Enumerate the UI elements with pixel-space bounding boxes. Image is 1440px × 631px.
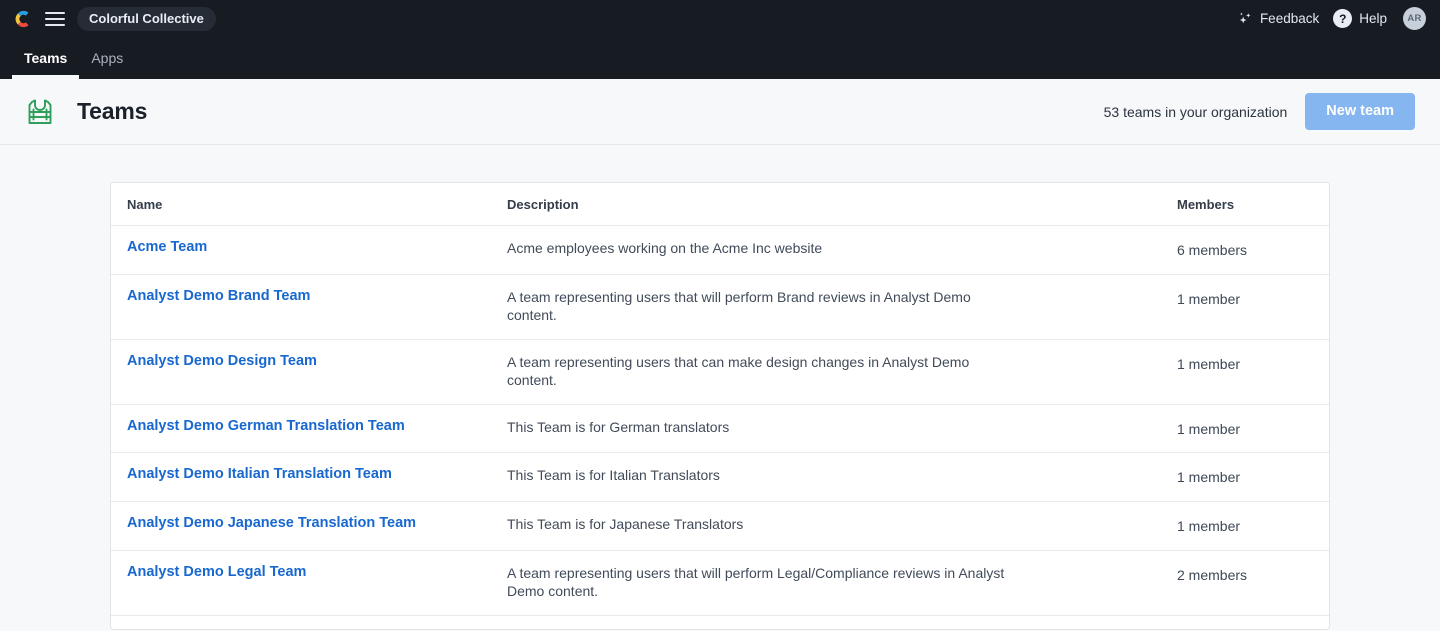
table-row: Analyst Demo German Translation Team This… [111, 404, 1329, 454]
teams-table: Name Description Members Acme Team Acme e… [111, 183, 1329, 630]
cell-description: A team representing users that can make … [491, 339, 1161, 405]
cell-description: A team representing users that will perf… [491, 550, 1161, 617]
team-description: A team representing users that will perf… [507, 565, 1005, 600]
top-bar: Colorful Collective Feedback ? Help AR [0, 0, 1440, 37]
cell-description: A team representing users that will perf… [491, 274, 1161, 340]
cell-description: Team working on preparing the demo for t… [491, 616, 1161, 629]
team-link[interactable]: Analyst Demo Italian Translation Team [127, 466, 392, 482]
cell-members: 1 member [1161, 501, 1329, 552]
cell-name: Analyst Demo Japanese Translation Team [111, 501, 491, 552]
cell-description: This Team is for Japanese Translators [491, 501, 1161, 552]
cell-name: Analyst Demo Italian Translation Team [111, 452, 491, 503]
team-description: A team representing users that can make … [507, 353, 970, 388]
new-team-button[interactable]: New team [1305, 93, 1415, 130]
table-row: Acme Team Acme employees working on the A… [111, 225, 1329, 275]
cell-description: This Team is for Italian Translators [491, 452, 1161, 503]
team-description: This Team is for German translators [507, 418, 730, 435]
team-link[interactable]: Analyst Demo Brand Team [127, 288, 310, 304]
cell-description: Acme employees working on the Acme Inc w… [491, 225, 1161, 275]
column-header-members: Members [1161, 183, 1329, 226]
teams-table-body: Acme Team Acme employees working on the A… [111, 225, 1329, 630]
page-title-group: Teams [24, 96, 147, 128]
team-link[interactable]: Analyst Demo Legal Team [127, 564, 306, 580]
teams-count-label: 53 teams in your organization [1103, 103, 1288, 120]
feedback-button[interactable]: Feedback [1237, 11, 1319, 27]
table-header-row: Name Description Members [111, 183, 1329, 226]
team-link[interactable]: Analyst Demo Design Team [127, 353, 317, 369]
logo-svg [15, 10, 29, 27]
hamburger-line [45, 11, 65, 14]
page-header: Teams 53 teams in your organization New … [0, 79, 1440, 145]
help-label: Help [1359, 11, 1387, 26]
team-description: A team representing users that will perf… [507, 288, 971, 323]
cell-description: This Team is for German translators [491, 404, 1161, 454]
page-header-actions: 53 teams in your organization New team [1104, 93, 1415, 130]
cell-members: 1 member [1161, 274, 1329, 340]
cell-name: Analyst Demo Brand Team [111, 274, 491, 340]
question-mark-icon: ? [1333, 9, 1353, 28]
tab-apps-label: Apps [91, 50, 124, 66]
column-header-name: Name [111, 183, 491, 226]
table-row: Analyst Demo Brand Team A team representi… [111, 274, 1329, 340]
organization-switcher[interactable]: Colorful Collective [77, 6, 216, 31]
hamburger-line [45, 23, 65, 26]
table-row: Analyst Demo Italian Translation Team Thi… [111, 452, 1329, 503]
cell-members: 1 member [1161, 339, 1329, 405]
table-row: Analyst Demo Legal Team A team representi… [111, 550, 1329, 617]
tab-teams-label: Teams [24, 50, 68, 66]
team-link[interactable]: Banana App Demo [127, 629, 255, 630]
feedback-label: Feedback [1259, 11, 1320, 26]
cell-name: Acme Team [111, 225, 491, 275]
help-button[interactable]: ? Help [1333, 9, 1387, 28]
hamburger-line [45, 17, 65, 20]
team-link[interactable]: Analyst Demo German Translation Team [127, 418, 405, 434]
team-link[interactable]: Analyst Demo Japanese Translation Team [127, 515, 416, 531]
hamburger-menu-icon[interactable] [45, 9, 65, 29]
cell-name: Analyst Demo Legal Team [111, 550, 491, 617]
teams-table-card: Name Description Members Acme Team Acme e… [110, 182, 1330, 630]
top-bar-actions: Feedback ? Help AR [1237, 7, 1426, 30]
avatar[interactable]: AR [1403, 7, 1426, 30]
team-description: This Team is for Japanese Translators [507, 516, 744, 533]
cell-members: 6 members [1161, 225, 1329, 275]
cell-members: 1 member [1161, 452, 1329, 503]
team-description: This Team is for Italian Translators [507, 467, 720, 484]
tab-apps[interactable]: Apps [79, 37, 135, 79]
team-description: Acme employees working on the Acme Inc w… [507, 240, 823, 256]
cell-members: 2 members [1161, 550, 1329, 617]
table-row: Analyst Demo Japanese Translation Team Th… [111, 501, 1329, 552]
cell-name: Analyst Demo German Translation Team [111, 404, 491, 454]
teams-table-head: Name Description Members [111, 183, 1329, 226]
sparkles-icon [1239, 12, 1251, 23]
teams-content: Name Description Members Acme Team Acme e… [0, 145, 1440, 630]
nav-tabs: Teams Apps [0, 37, 1440, 79]
cell-name: Analyst Demo Design Team [111, 339, 491, 405]
column-header-description: Description [491, 183, 1161, 226]
contentful-c-logo-icon[interactable] [12, 8, 34, 30]
table-row: Banana App Demo Team working on preparing… [111, 616, 1329, 630]
team-link[interactable]: Acme Team [127, 239, 207, 255]
page-title: Teams [77, 98, 148, 124]
cell-members: 1 member [1161, 404, 1329, 454]
tab-teams[interactable]: Teams [12, 37, 80, 79]
cell-members: 3 members [1161, 616, 1329, 629]
safety-vest-icon [28, 99, 52, 124]
cell-name: Banana App Demo [111, 616, 491, 630]
table-row: Analyst Demo Design Team A team represent… [111, 339, 1329, 405]
